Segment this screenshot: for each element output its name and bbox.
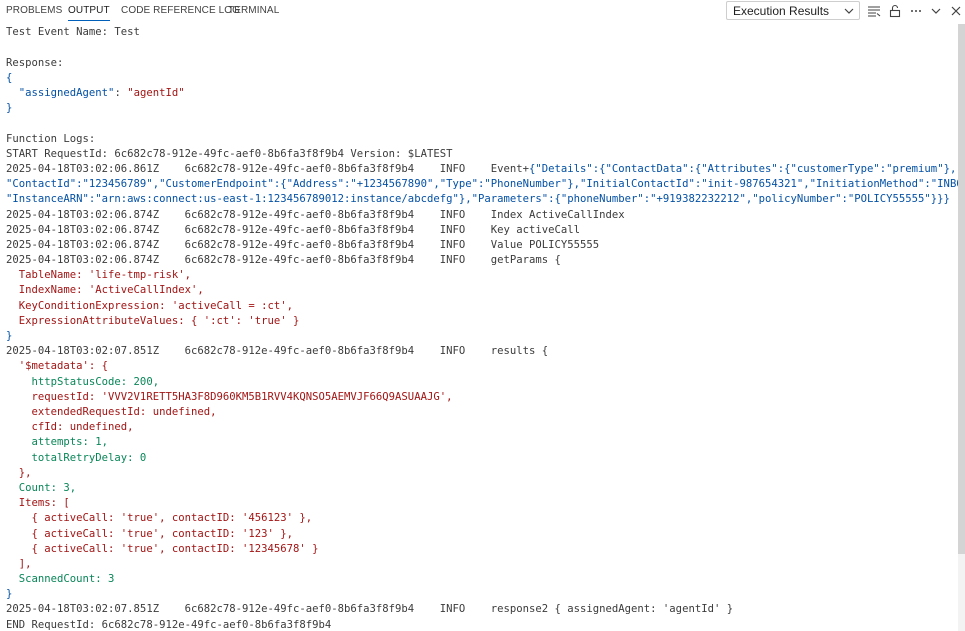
tab-code-reference-log[interactable]: CODE REFERENCE LOG: [121, 5, 240, 16]
log-line: { activeCall: 'true', contactID: '456123…: [6, 512, 313, 524]
log-line: Function Logs:: [6, 133, 96, 145]
log-line: ],: [6, 558, 32, 570]
lock-icon[interactable]: [888, 4, 902, 18]
log-line: 2025-04-18T03:02:07.851Z 6c682c78-912e-4…: [6, 345, 549, 357]
log-line: requestId: 'VVV2V1RETT5HA3F8D960KM5B1RVV…: [6, 391, 453, 403]
log-line: 2025-04-18T03:02:06.874Z 6c682c78-912e-4…: [6, 254, 561, 266]
log-line: "assignedAgent": "agentId": [6, 87, 185, 99]
log-line: 2025-04-18T03:02:06.861Z 6c682c78-912e-4…: [6, 163, 957, 175]
log-line: 2025-04-18T03:02:06.874Z 6c682c78-912e-4…: [6, 239, 600, 251]
log-line: { activeCall: 'true', contactID: '123' }…: [6, 528, 294, 540]
log-line: '$metadata': {: [6, 360, 109, 372]
log-line: httpStatusCode: 200,: [6, 376, 160, 388]
log-line: cfId: undefined,: [6, 421, 134, 433]
log-line: KeyConditionExpression: 'activeCall = :c…: [6, 300, 294, 312]
close-icon[interactable]: [949, 4, 963, 18]
output-channel-value: Execution Results: [733, 4, 830, 18]
output-log[interactable]: Test Event Name: Test Response: { "assig…: [0, 24, 958, 631]
panel-tab-bar: PROBLEMS OUTPUT CODE REFERENCE LOG TERMI…: [0, 0, 965, 24]
log-line: TableName: 'life-tmp-risk',: [6, 269, 191, 281]
log-line: Count: 3,: [6, 482, 77, 494]
log-line: 2025-04-18T03:02:07.851Z 6c682c78-912e-4…: [6, 603, 734, 615]
log-line: START RequestId: 6c682c78-912e-49fc-aef0…: [6, 148, 453, 160]
log-line: IndexName: 'ActiveCallIndex',: [6, 284, 204, 296]
log-line: }: [6, 588, 13, 600]
log-line: ScannedCount: 3: [6, 573, 115, 585]
list-filter-icon[interactable]: [867, 4, 881, 18]
log-line: { activeCall: 'true', contactID: '123456…: [6, 543, 319, 555]
log-line: {: [6, 72, 13, 84]
log-line: Items: [: [6, 497, 70, 509]
chevron-down-icon[interactable]: [929, 4, 943, 18]
log-line: "ContactId":"123456789","CustomerEndpoin…: [6, 178, 958, 190]
log-line: extendedRequestId: undefined,: [6, 406, 217, 418]
log-line: }: [6, 102, 13, 114]
ellipsis-icon[interactable]: [909, 4, 923, 18]
log-line: 2025-04-18T03:02:06.874Z 6c682c78-912e-4…: [6, 224, 581, 236]
chevron-down-icon: [844, 5, 854, 15]
log-line: totalRetryDelay: 0: [6, 452, 147, 464]
scrollbar-thumb[interactable]: [958, 24, 965, 554]
log-line: Response:: [6, 57, 64, 69]
log-line: Test Event Name: Test: [6, 26, 140, 38]
log-line: END RequestId: 6c682c78-912e-49fc-aef0-8…: [6, 619, 332, 631]
output-channel-select[interactable]: Execution Results: [726, 1, 860, 20]
log-line: ExpressionAttributeValues: { ':ct': 'tru…: [6, 315, 300, 327]
tab-problems[interactable]: PROBLEMS: [6, 5, 62, 16]
log-line: }: [6, 330, 13, 342]
tab-terminal[interactable]: TERMINAL: [228, 5, 279, 16]
tab-output[interactable]: OUTPUT: [68, 5, 110, 21]
log-line: },: [6, 467, 32, 479]
log-line: attempts: 1,: [6, 436, 109, 448]
log-line: 2025-04-18T03:02:06.874Z 6c682c78-912e-4…: [6, 209, 625, 221]
log-line: "InstanceARN":"arn:aws:connect:us-east-1…: [6, 193, 950, 205]
